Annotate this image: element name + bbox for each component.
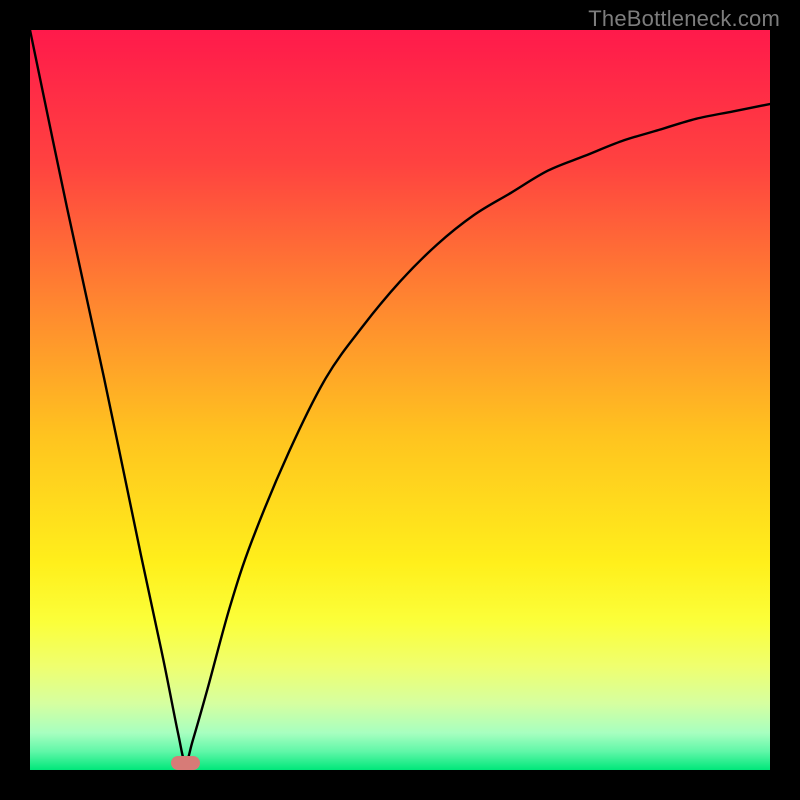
- optimal-marker: [171, 756, 201, 770]
- watermark-text: TheBottleneck.com: [588, 6, 780, 32]
- plot-area: [30, 30, 770, 770]
- chart-frame: TheBottleneck.com: [0, 0, 800, 800]
- bottleneck-curve: [30, 30, 770, 770]
